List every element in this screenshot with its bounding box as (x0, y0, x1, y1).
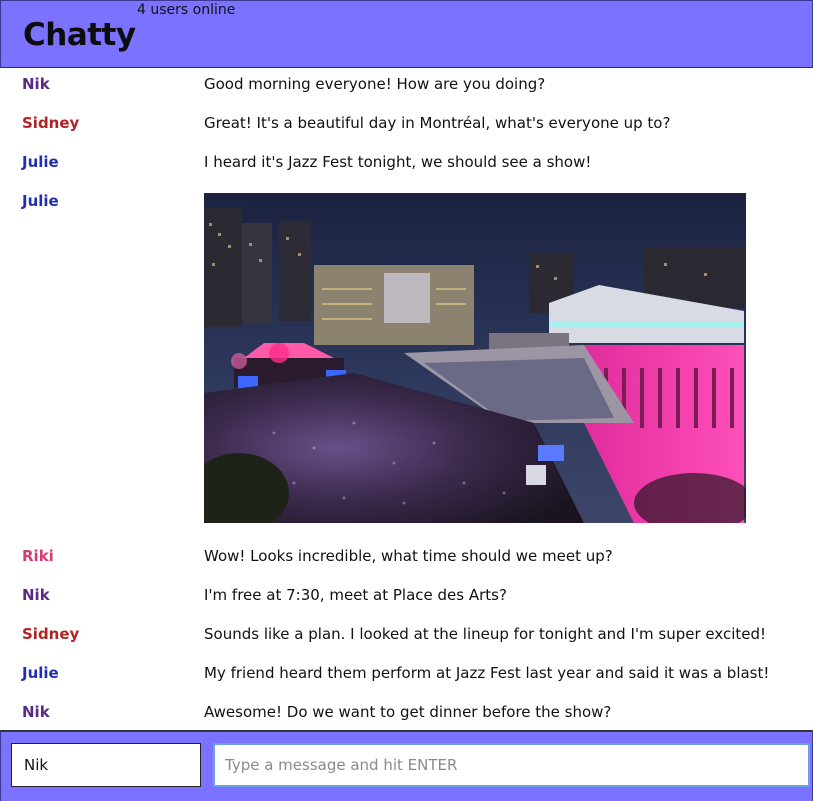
message-username: Nik (22, 703, 50, 721)
navbar: Chatty 4 users online (0, 0, 813, 68)
message-username: Nik (22, 75, 50, 93)
app-brand[interactable]: Chatty (23, 15, 136, 55)
jazz-fest-photo (204, 193, 746, 523)
message-content: I heard it's Jazz Fest tonight, we shoul… (204, 153, 592, 171)
message-content: Wow! Looks incredible, what time should … (204, 547, 613, 565)
message-content: Good morning everyone! How are you doing… (204, 75, 546, 93)
chat-app: Chatty 4 users online Nik Good morning e… (0, 0, 813, 801)
message-username: Riki (22, 547, 54, 565)
username-input[interactable] (11, 743, 201, 787)
message-username: Julie (22, 192, 59, 210)
message-content: Sounds like a plan. I looked at the line… (204, 625, 767, 643)
message-input[interactable] (213, 743, 810, 787)
message-username: Julie (22, 153, 59, 171)
message-content: Great! It's a beautiful day in Montréal,… (204, 114, 671, 132)
message-username: Nik (22, 586, 50, 604)
message-content: Awesome! Do we want to get dinner before… (204, 703, 612, 721)
online-count: 4 users online (137, 2, 236, 18)
message-image[interactable] (204, 193, 746, 523)
message-list[interactable]: Nik Good morning everyone! How are you d… (0, 68, 813, 730)
message-content: I'm free at 7:30, meet at Place des Arts… (204, 586, 507, 604)
message-username: Sidney (22, 114, 80, 132)
message-username: Sidney (22, 625, 80, 643)
message-content: My friend heard them perform at Jazz Fes… (204, 664, 770, 682)
message-username: Julie (22, 664, 59, 682)
chat-composer (0, 730, 813, 801)
